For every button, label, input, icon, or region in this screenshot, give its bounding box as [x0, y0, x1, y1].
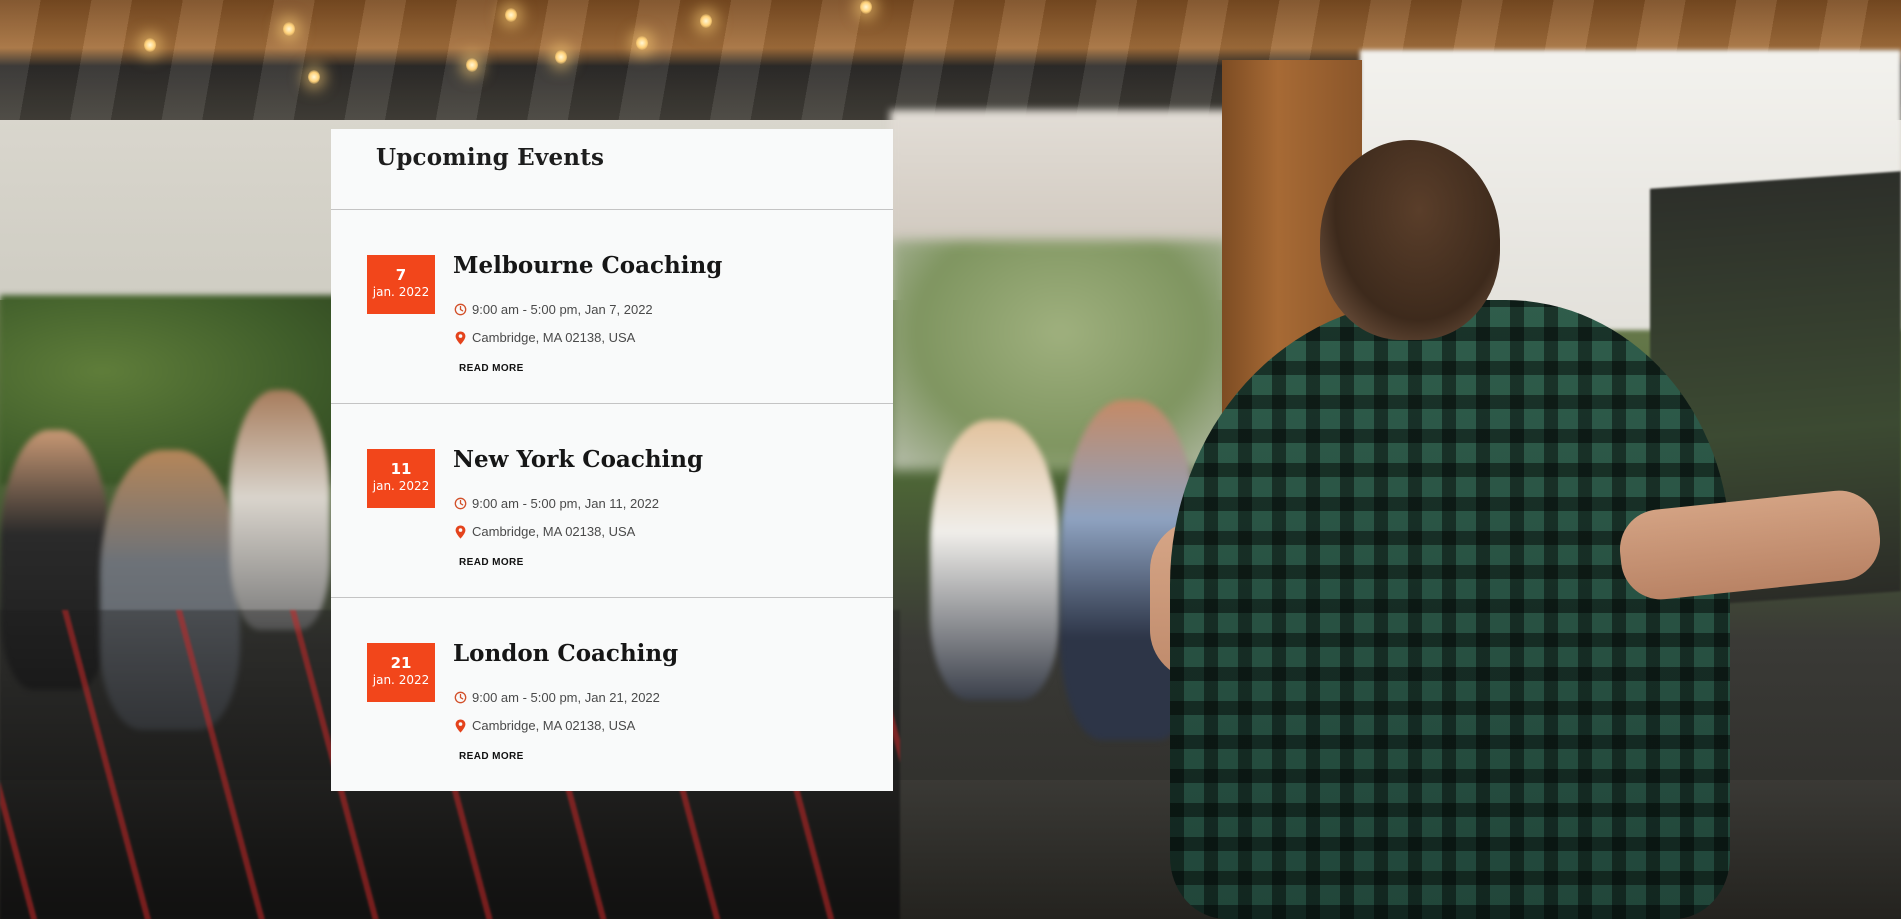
event-month: jan. 2022: [372, 673, 430, 687]
speaker: [1170, 300, 1730, 919]
event-location-text: Cambridge, MA 02138, USA: [472, 718, 636, 733]
hedge: [890, 240, 1230, 470]
event-title[interactable]: New York Coaching: [453, 446, 703, 473]
date-badge: 11 jan. 2022: [367, 449, 435, 508]
string-light: [700, 14, 712, 28]
date-badge: 7 jan. 2022: [367, 255, 435, 314]
clock-icon: [453, 303, 467, 317]
string-light: [860, 0, 872, 14]
event-location-text: Cambridge, MA 02138, USA: [472, 524, 636, 539]
event-location: Cambridge, MA 02138, USA: [453, 524, 635, 539]
event-time-text: 9:00 am - 5:00 pm, Jan 11, 2022: [472, 496, 659, 511]
clock-icon: [453, 497, 467, 511]
string-light: [555, 50, 567, 64]
event-day: 7: [395, 266, 407, 284]
event-time: 9:00 am - 5:00 pm, Jan 7, 2022: [453, 302, 653, 317]
event-title[interactable]: Melbourne Coaching: [453, 252, 722, 279]
audience-member: [230, 390, 330, 630]
event-item: 7 jan. 2022 Melbourne Coaching 9:00 am -…: [331, 210, 893, 404]
event-time: 9:00 am - 5:00 pm, Jan 21, 2022: [453, 690, 660, 705]
date-badge: 21 jan. 2022: [367, 643, 435, 702]
event-location: Cambridge, MA 02138, USA: [453, 718, 635, 733]
map-pin-icon: [453, 331, 467, 345]
string-light: [505, 8, 517, 22]
panel-header: Upcoming Events: [331, 129, 893, 210]
map-pin-icon: [453, 525, 467, 539]
event-time: 9:00 am - 5:00 pm, Jan 11, 2022: [453, 496, 659, 511]
string-light: [466, 58, 478, 72]
read-more-link[interactable]: READ MORE: [459, 363, 524, 374]
building: [890, 110, 1230, 260]
event-month: jan. 2022: [372, 479, 430, 493]
event-title[interactable]: London Coaching: [453, 640, 678, 667]
event-time-text: 9:00 am - 5:00 pm, Jan 21, 2022: [472, 690, 660, 705]
event-day: 21: [390, 654, 412, 672]
string-light: [283, 22, 295, 36]
panel-title: Upcoming Events: [376, 143, 605, 171]
map-pin-icon: [453, 719, 467, 733]
read-more-link[interactable]: READ MORE: [459, 751, 524, 762]
upcoming-events-panel: Upcoming Events 7 jan. 2022 Melbourne Co…: [331, 129, 893, 791]
speaker-head: [1320, 140, 1500, 340]
event-location-text: Cambridge, MA 02138, USA: [472, 330, 636, 345]
read-more-link[interactable]: READ MORE: [459, 557, 524, 568]
audience-member: [930, 420, 1060, 700]
event-day: 11: [390, 460, 412, 478]
string-light: [308, 70, 320, 84]
string-light: [636, 36, 648, 50]
event-item: 11 jan. 2022 New York Coaching 9:00 am -…: [331, 404, 893, 598]
event-time-text: 9:00 am - 5:00 pm, Jan 7, 2022: [472, 302, 653, 317]
event-item: 21 jan. 2022 London Coaching 9:00 am - 5…: [331, 598, 893, 792]
clock-icon: [453, 691, 467, 705]
hero-background-photo: [0, 0, 1901, 919]
string-light: [144, 38, 156, 52]
event-location: Cambridge, MA 02138, USA: [453, 330, 635, 345]
event-month: jan. 2022: [372, 285, 430, 299]
